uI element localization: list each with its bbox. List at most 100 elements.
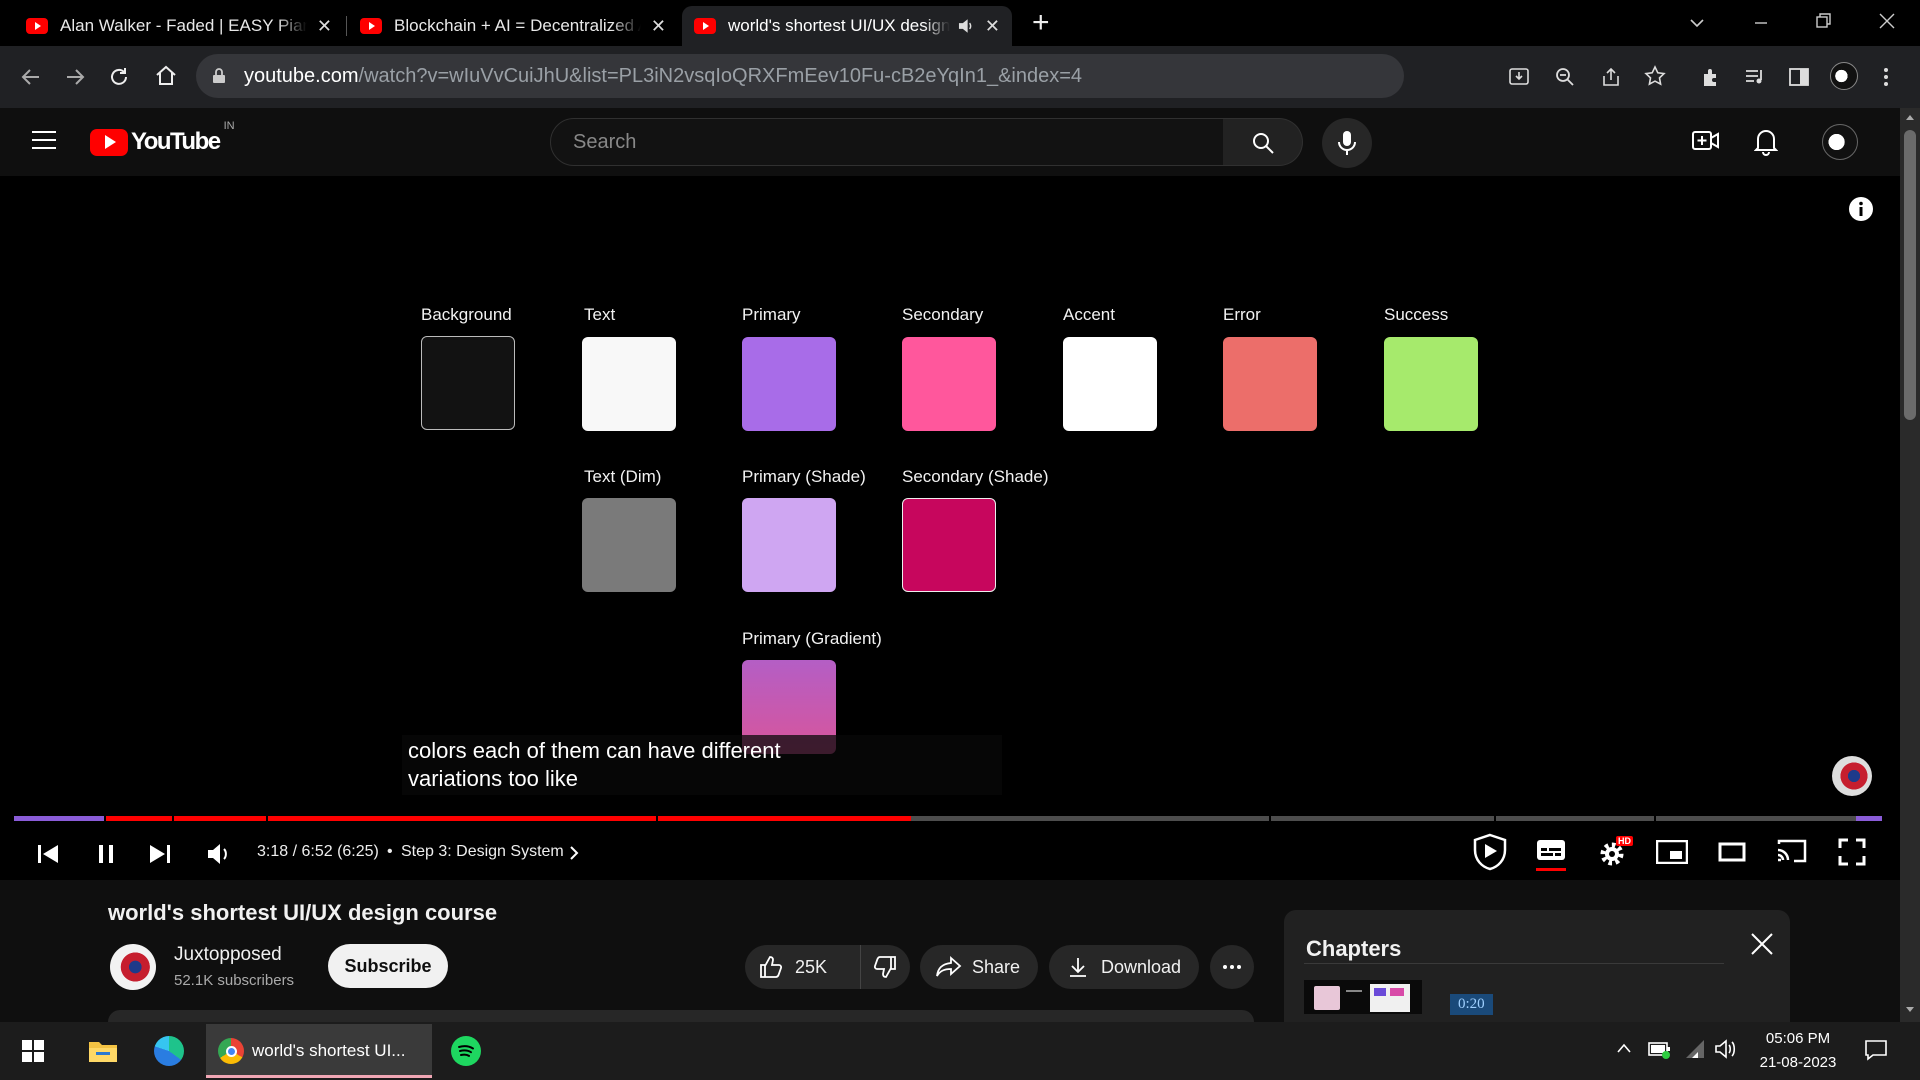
chapter-thumbnail[interactable] xyxy=(1304,980,1422,1014)
reload-icon[interactable] xyxy=(108,66,130,88)
tab-title: world's shortest UI/UX design course xyxy=(728,16,950,35)
channel-name[interactable]: Juxtopposed xyxy=(174,944,282,966)
browser-tab-2[interactable]: Blockchain + AI = Decentralized AI ✕ xyxy=(348,6,678,46)
swatch-primary-shade xyxy=(742,498,836,592)
side-panel-icon[interactable] xyxy=(1788,66,1810,88)
current-chapter-link[interactable]: Step 3: Design System xyxy=(401,843,564,861)
miniplayer-icon[interactable] xyxy=(1656,840,1688,864)
taskbar-date[interactable]: 21-08-2023 xyxy=(1748,1054,1848,1071)
lock-icon[interactable] xyxy=(212,68,226,84)
url-path: /watch?v=wIuVvCuiJhU&list=PL3iN2vsqIoQRX… xyxy=(358,64,1083,87)
chevron-right-icon[interactable] xyxy=(568,845,580,861)
extensions-icon[interactable] xyxy=(1700,66,1722,88)
file-explorer-icon[interactable] xyxy=(88,1038,118,1064)
share-button[interactable]: Share xyxy=(920,945,1038,989)
sponsorblock-icon[interactable] xyxy=(1470,832,1510,872)
notifications-bell-icon[interactable] xyxy=(1754,128,1778,156)
close-tab-icon[interactable]: ✕ xyxy=(317,16,332,37)
chapter-gap xyxy=(1494,816,1496,821)
close-tab-icon[interactable]: ✕ xyxy=(651,16,666,37)
info-icon[interactable] xyxy=(1848,196,1874,222)
account-avatar[interactable] xyxy=(1822,124,1858,160)
chapter-gap xyxy=(172,816,174,821)
subtitles-active-indicator xyxy=(1536,868,1566,871)
subtitles-button[interactable] xyxy=(1536,838,1566,874)
new-tab-button[interactable]: + xyxy=(1032,6,1056,40)
swatch-accent xyxy=(1063,337,1157,431)
create-video-icon[interactable] xyxy=(1692,128,1720,154)
edge-browser-icon[interactable] xyxy=(154,1036,184,1066)
description-box[interactable] xyxy=(108,1010,1254,1022)
install-app-icon[interactable] xyxy=(1508,66,1530,88)
search-input[interactable]: Search xyxy=(550,118,1224,166)
cast-icon[interactable] xyxy=(1776,838,1808,864)
browser-tab-1[interactable]: Alan Walker - Faded | EASY Piano ✕ xyxy=(14,6,344,46)
battery-charging-icon[interactable] xyxy=(1648,1038,1672,1060)
browser-tab-3-active[interactable]: world's shortest UI/UX design course ✕ xyxy=(682,6,1012,46)
next-icon[interactable] xyxy=(148,842,172,866)
taskbar-time[interactable]: 05:06 PM xyxy=(1748,1030,1848,1047)
zoom-icon[interactable] xyxy=(1554,66,1576,88)
like-dislike-group: 25K xyxy=(745,945,910,989)
thumbs-down-icon[interactable] xyxy=(873,955,897,979)
chapter-timestamp[interactable]: 0:20 xyxy=(1450,994,1493,1015)
subscribe-button[interactable]: Subscribe xyxy=(328,944,448,988)
chapters-header-divider xyxy=(1304,930,1724,964)
swatch-secondary-shade xyxy=(902,498,996,592)
channel-watermark[interactable] xyxy=(1832,756,1872,796)
region-code: IN xyxy=(223,120,235,132)
home-icon[interactable] xyxy=(154,64,178,88)
scrollbar-thumb[interactable] xyxy=(1904,130,1916,420)
voice-search-button[interactable] xyxy=(1322,118,1372,168)
share-page-icon[interactable] xyxy=(1600,66,1622,88)
bookmark-star-icon[interactable] xyxy=(1644,65,1666,87)
profile-avatar[interactable] xyxy=(1830,62,1858,90)
address-bar[interactable]: youtube.com/watch?v=wIuVvCuiJhU&list=PL3… xyxy=(196,54,1404,98)
chrome-icon xyxy=(218,1038,244,1064)
close-window-icon[interactable] xyxy=(1878,12,1896,30)
search-button[interactable] xyxy=(1223,118,1303,166)
close-tab-icon[interactable]: ✕ xyxy=(985,16,1000,37)
previous-icon[interactable] xyxy=(36,842,60,866)
download-icon xyxy=(1070,958,1086,977)
swatch-label-error: Error xyxy=(1223,305,1261,324)
like-button[interactable]: 25K xyxy=(745,945,861,989)
chrome-taskbar-button[interactable]: world's shortest UI... xyxy=(206,1024,432,1078)
close-icon[interactable] xyxy=(1750,932,1774,956)
youtube-header: YouTube IN Search xyxy=(0,108,1920,176)
tab-search-chevron-icon[interactable] xyxy=(1688,14,1706,32)
more-actions-button[interactable] xyxy=(1210,945,1254,989)
theater-mode-icon[interactable] xyxy=(1718,842,1746,862)
minimize-icon[interactable] xyxy=(1752,14,1770,32)
swatch-label-primary-gradient: Primary (Gradient) xyxy=(742,629,882,648)
youtube-logo[interactable]: YouTube IN xyxy=(90,120,235,156)
page-scrollbar[interactable] xyxy=(1900,108,1920,1022)
notification-center-icon[interactable] xyxy=(1864,1038,1888,1062)
wifi-icon[interactable] xyxy=(1684,1038,1706,1060)
windows-taskbar: world's shortest UI... 05:06 PM 21-08-20… xyxy=(0,1022,1920,1080)
scroll-up-icon[interactable] xyxy=(1905,113,1915,121)
volume-icon[interactable] xyxy=(206,842,234,866)
share-label: Share xyxy=(972,956,1021,977)
download-label: Download xyxy=(1101,956,1182,977)
share-arrow-icon xyxy=(936,956,962,977)
youtube-favicon-icon xyxy=(360,18,382,34)
hamburger-menu-icon[interactable] xyxy=(32,130,56,150)
browser-menu-icon[interactable] xyxy=(1882,66,1890,88)
scroll-down-icon[interactable] xyxy=(1905,1006,1915,1014)
video-progress-bar[interactable] xyxy=(14,816,1882,821)
settings-button[interactable]: HD xyxy=(1598,836,1633,868)
restore-icon[interactable] xyxy=(1814,12,1832,30)
back-arrow-icon[interactable] xyxy=(20,66,42,88)
tab-audio-icon[interactable] xyxy=(958,18,975,34)
download-button[interactable]: Download xyxy=(1049,945,1199,989)
speaker-icon[interactable] xyxy=(1714,1038,1738,1060)
fullscreen-icon[interactable] xyxy=(1838,838,1866,866)
show-hidden-icons-chevron-icon[interactable] xyxy=(1616,1042,1632,1054)
spotify-icon[interactable] xyxy=(451,1036,481,1066)
forward-arrow-icon[interactable] xyxy=(64,66,86,88)
windows-start-icon[interactable] xyxy=(22,1040,44,1062)
channel-avatar[interactable] xyxy=(110,944,156,990)
media-control-icon[interactable] xyxy=(1744,66,1766,88)
pause-icon[interactable] xyxy=(94,842,118,866)
